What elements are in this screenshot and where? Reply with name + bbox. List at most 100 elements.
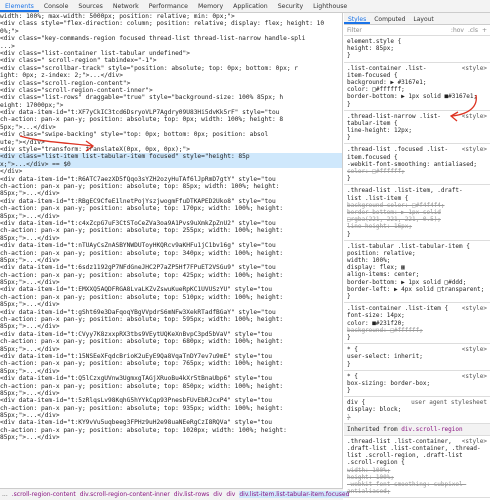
hov-toggle[interactable]: :hov xyxy=(451,27,464,34)
rule-selector[interactable]: .list-tabular .list-tabular-item {<style… xyxy=(347,243,487,250)
style-declaration[interactable]: antialiased; xyxy=(347,488,487,495)
dom-line[interactable]: <div data-item-id="t:5zRlqsLv98KqhG5hYYk… xyxy=(0,397,342,404)
dom-line[interactable]: <div class="swipe-backing" style="top: 0… xyxy=(0,131,342,138)
selector-text[interactable]: element.style { xyxy=(347,38,401,45)
dom-line[interactable]: <div class="scroll-region-content-inner"… xyxy=(0,87,342,94)
styles-tab-computed[interactable]: Computed xyxy=(370,13,409,24)
filter-input[interactable]: Filter xyxy=(347,27,362,34)
style-declaration[interactable]: -webkit-font-smoothing: antialiased; xyxy=(347,161,487,168)
dom-line[interactable]: 85px;">...</div> xyxy=(0,213,342,220)
style-declaration[interactable]: user-select: inherit; xyxy=(347,353,487,360)
dom-line[interactable]: <div data-item-id="t:EMXXQ5AQDFRGA8LvaLK… xyxy=(0,286,342,293)
dom-line[interactable]: 85px;">...</div> xyxy=(0,235,342,242)
dom-line[interactable]: ch-action: pan-x pan-y; position: absolu… xyxy=(0,205,342,212)
rule-source-link[interactable]: <style> xyxy=(462,65,487,72)
rule-selector[interactable]: div { user agent stylesheet xyxy=(347,399,487,406)
tab-sources[interactable]: Sources xyxy=(73,0,107,12)
dom-line[interactable]: 85px;">...</div> xyxy=(0,323,342,330)
dom-line[interactable]: ch-action: pan-x pan-y; position: absolu… xyxy=(0,116,342,123)
style-declaration[interactable]: color: □#ffffff; xyxy=(347,86,487,93)
dom-line[interactable]: 85px;">...</div> xyxy=(0,368,342,375)
dom-line[interactable]: ute;"></div> xyxy=(0,139,342,146)
dom-line[interactable]: <div style="transform: translateX(0px, 0… xyxy=(0,146,342,153)
dom-line[interactable]: <div class style="flex-direction: column… xyxy=(0,20,342,27)
dom-line[interactable]: <div data-item-id="t:R6ATC7aezXD5fQqo3sY… xyxy=(0,176,342,183)
style-declaration[interactable]: background-color: □#f4f4f4; xyxy=(347,202,487,209)
style-declaration[interactable]: tabular-item { xyxy=(347,120,487,127)
rule-source-link[interactable]: user agent stylesheet xyxy=(411,399,487,406)
rule-source-link[interactable]: <style> xyxy=(462,438,487,445)
style-declaration[interactable]: background: □#ffffff; xyxy=(347,327,487,334)
style-declaration[interactable]: width: 100%; xyxy=(347,467,487,474)
dom-line[interactable]: 5px;">...</div> xyxy=(0,124,342,131)
dom-line[interactable]: 0%;"> xyxy=(0,28,342,35)
dom-line[interactable]: <div data-item-id="t:KY9vVu5uqbeeg3FPHz9… xyxy=(0,419,342,426)
style-declaration[interactable]: display: block; xyxy=(347,406,487,413)
dom-line[interactable]: ch-action: pan-x pan-y; position: absolu… xyxy=(0,272,342,279)
rule-selector[interactable]: .list-container .list- <style> xyxy=(347,65,487,72)
style-declaration[interactable]: line-height: 12px; xyxy=(347,127,487,134)
dom-line[interactable]: </div> xyxy=(0,168,342,175)
dom-line[interactable]: <div class="scroll-region-content"> xyxy=(0,80,342,87)
selector-text[interactable]: .thread-list .list-container, .draft-lis… xyxy=(347,438,481,467)
rule-selector[interactable]: .thread-list .focused .list- <style> xyxy=(347,146,487,153)
dom-line[interactable]: ch-action: pan-x pan-y; position: absolu… xyxy=(0,316,342,323)
style-declaration[interactable]: } xyxy=(347,175,487,182)
rule-selector[interactable]: element.style { xyxy=(347,38,487,45)
dom-line[interactable]: ch-action: pan-x pan-y; position: absolu… xyxy=(0,383,342,390)
style-declaration[interactable]: border-left: ▶ 4px solid □transparent; xyxy=(347,286,487,293)
rule-source-link[interactable]: <style> xyxy=(462,113,487,120)
style-declaration[interactable]: font-size: 14px; xyxy=(347,312,487,319)
dom-line[interactable]: <div data-item-id="t:CVyy7K8zxxpRX3tbs9V… xyxy=(0,331,342,338)
style-declaration[interactable]: box-sizing: border-box; xyxy=(347,380,487,387)
dom-line[interactable]: ch-action: pan-x pan-y; position: absolu… xyxy=(0,427,342,434)
tab-console[interactable]: Console xyxy=(39,0,74,12)
dom-line[interactable]: <div class="key-commands-region focused … xyxy=(0,35,342,42)
rule-source-link[interactable]: <style> xyxy=(462,146,487,153)
dom-line[interactable]: ch-action: pan-x pan-y; position: absolu… xyxy=(0,338,342,345)
rule-selector[interactable]: .thread-list-narrow .list- <style> xyxy=(347,113,487,120)
style-declaration[interactable]: border-bottom: ▶ 1px solid ■#3167e1; xyxy=(347,93,487,100)
style-declaration[interactable]: width: 100%; xyxy=(347,257,487,264)
dom-line[interactable]: <div data-item-id="t:c4xZcpG7uF3CtSToCeZ… xyxy=(0,220,342,227)
selector-text[interactable]: .list-container .list-item { xyxy=(347,305,448,312)
style-declaration[interactable]: border-bottom: ▶ 1px solid xyxy=(347,209,487,216)
dom-line[interactable]: <div class="list-container list-tabular … xyxy=(0,50,342,57)
selector-text[interactable]: div { xyxy=(347,399,365,406)
dom-line[interactable]: 85px;">...</div> xyxy=(0,346,342,353)
dom-line[interactable]: <div data-item-id="t:nTUAyCsZnASBYNWDUTo… xyxy=(0,242,342,249)
dom-line[interactable]: ch-action: pan-x pan-y; position: absolu… xyxy=(0,183,342,190)
style-declaration[interactable]: item-focused { xyxy=(347,72,487,79)
styles-tab-layout[interactable]: Layout xyxy=(409,13,437,24)
style-declaration[interactable]: color: □#ffffff; xyxy=(347,168,487,175)
style-declaration[interactable]: line-height: 16px; xyxy=(347,223,487,230)
style-declaration[interactable]: } xyxy=(347,414,487,421)
dom-line[interactable]: ch-action: pan-x pan-y; position: absolu… xyxy=(0,227,342,234)
dom-line[interactable]: <div data-item-id="t:Q5lCzxgUVnw3UgmxgTA… xyxy=(0,375,342,382)
tab-elements[interactable]: Elements xyxy=(0,0,39,12)
style-declaration[interactable]: □rgba(221, 221, 221, 0.5); xyxy=(347,216,487,223)
tab-application[interactable]: Application xyxy=(228,0,273,12)
breadcrumb-item[interactable]: ... xyxy=(2,491,8,498)
rule-source-link[interactable]: <style> xyxy=(462,373,487,380)
selector-text[interactable]: .thread-list .focused .list- xyxy=(347,146,448,153)
dom-line[interactable]: <div class="list-rows" draggable="true" … xyxy=(0,94,342,101)
rule-selector[interactable]: .thread-list .list-item, .draft-<style> xyxy=(347,187,487,194)
dom-line[interactable]: 85px;">...</div> xyxy=(0,279,342,286)
dom-line[interactable]: ch-action: pan-x pan-y; position: absolu… xyxy=(0,360,342,367)
style-declaration[interactable]: background: ▶ #3167e1; xyxy=(347,79,487,86)
breadcrumb-item[interactable]: div xyxy=(226,491,235,498)
dom-line[interactable]: eight: 17000px;"> xyxy=(0,102,342,109)
dom-line[interactable]: 85px;">...</div> xyxy=(0,301,342,308)
dom-line[interactable]: <div data-item-id="t:RBgEC9CfeE1lnetPojY… xyxy=(0,198,342,205)
style-declaration[interactable]: } xyxy=(347,293,487,300)
elements-panel[interactable]: width: 100%; max-width: 5000px; position… xyxy=(0,13,343,488)
dom-line[interactable]: 85px;">...</div> xyxy=(0,190,342,197)
style-declaration[interactable]: } xyxy=(347,134,487,141)
dom-line[interactable]: ch-action: pan-x pan-y; position: absolu… xyxy=(0,250,342,257)
dom-line[interactable]: <div data-item-id="t:6sdz1192gP7NFdGneJH… xyxy=(0,264,342,271)
selector-text[interactable]: * { xyxy=(347,346,358,353)
dom-line[interactable]: ch-action: pan-x pan-y; position: absolu… xyxy=(0,294,342,301)
breadcrumb-item[interactable]: div.list-item.list-tabular-item.focused xyxy=(239,491,350,498)
style-declaration[interactable]: align-items: center; xyxy=(347,271,487,278)
